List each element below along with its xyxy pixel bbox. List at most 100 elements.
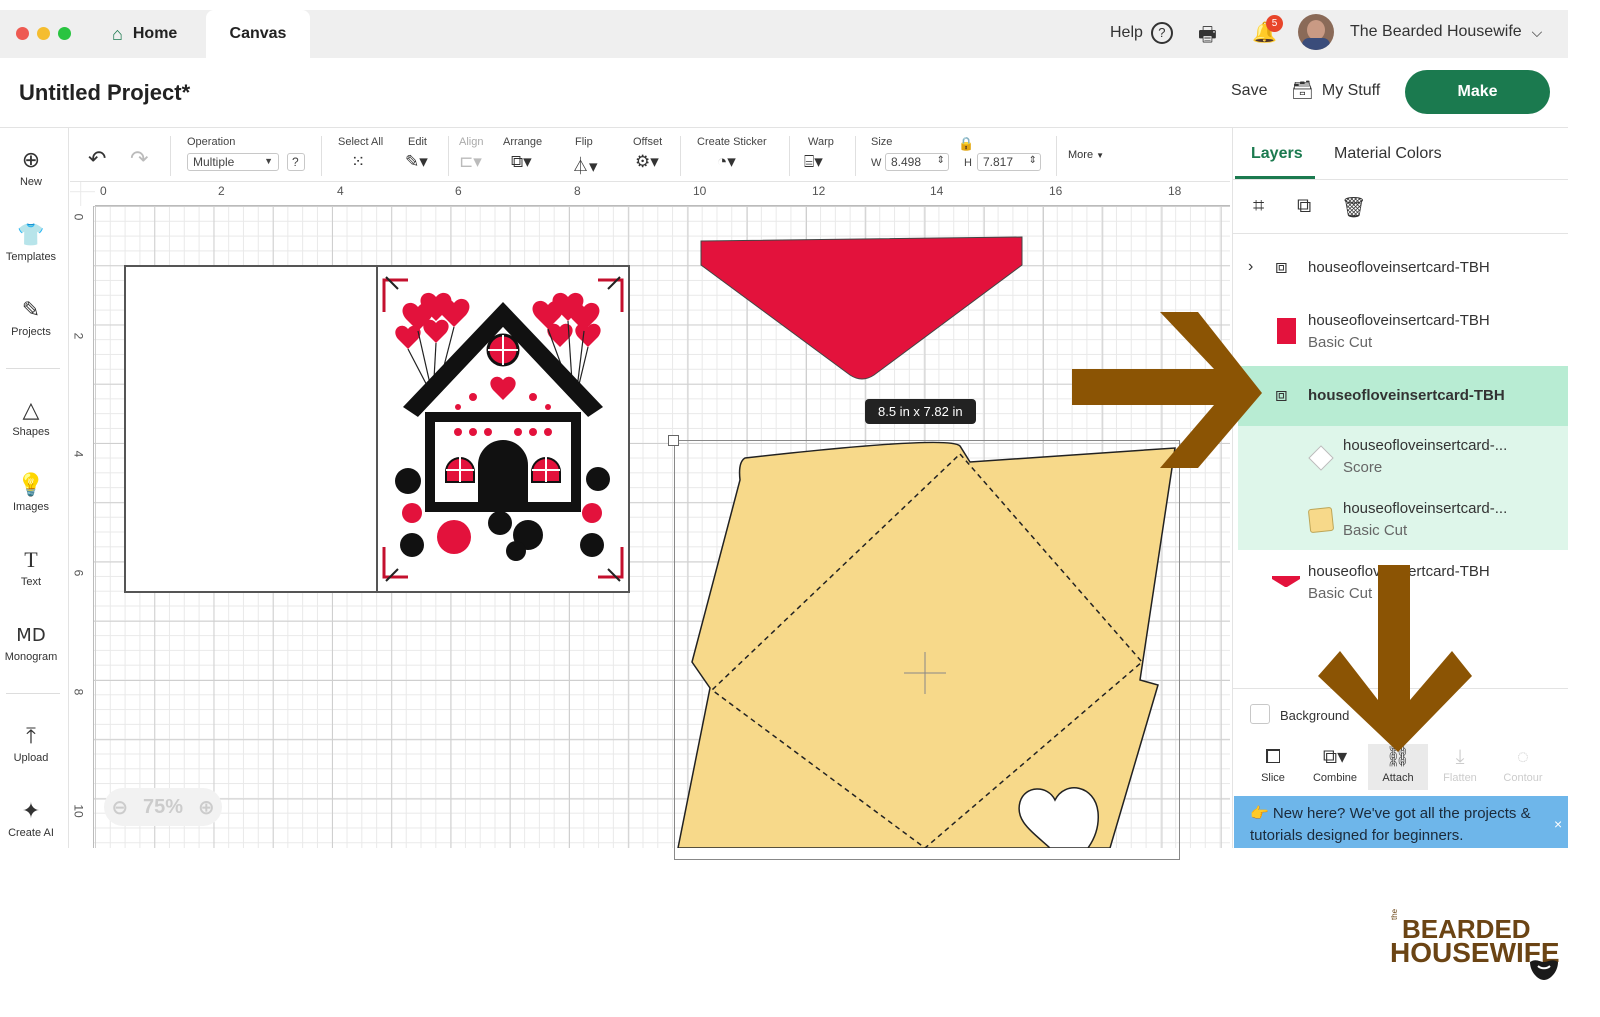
ruler-tick-label: 8 — [71, 688, 86, 696]
sidebar-item-new[interactable]: ⊕ New — [0, 147, 62, 189]
offset-icon[interactable]: ⚙▾ — [635, 152, 659, 172]
ruler-tick-label: 2 — [71, 332, 86, 340]
layer-name[interactable]: houseofloveinsertcard-TBH — [1308, 312, 1490, 329]
sidebar-item-shapes[interactable]: △ Shapes — [0, 398, 62, 439]
lock-icon[interactable]: 🔒 — [958, 136, 974, 152]
layer-name[interactable]: houseofloveinsertcard-... — [1343, 437, 1507, 454]
action-label: Combine — [1312, 772, 1358, 784]
tab-layers[interactable]: Layers — [1251, 145, 1303, 163]
layer-operation: Score — [1343, 459, 1383, 476]
help-button[interactable]: Help ? — [1110, 22, 1173, 44]
more-label: More — [1068, 149, 1094, 161]
group-icon[interactable]: ⌗ — [1253, 195, 1264, 218]
group-layer-icon: ⧈ — [1275, 256, 1288, 278]
stepper-icon: ⇕ — [936, 155, 945, 166]
zoom-control[interactable]: ⊖ 75% ⊕ — [104, 788, 222, 826]
more-button[interactable]: More ▼ — [1068, 149, 1104, 161]
toolbar-divider — [448, 136, 449, 176]
my-stuff-button[interactable]: 🗃 My Stuff — [1291, 80, 1380, 101]
user-menu[interactable]: The Bearded Housewife ⌵ — [1350, 23, 1542, 41]
arrange-icon[interactable]: ⧉▾ — [511, 152, 532, 172]
height-value: 7.817 — [983, 155, 1014, 169]
action-label: Contour — [1503, 772, 1543, 784]
combine-button[interactable]: ⧉▾ Combine — [1305, 746, 1365, 784]
layer-operation: Basic Cut — [1308, 585, 1373, 602]
layer-name[interactable]: houseofloveinsertcard-... — [1343, 500, 1507, 517]
gingerbread-house-image[interactable] — [378, 267, 628, 591]
plus-circle-icon: ⊕ — [21, 147, 41, 172]
chevron-right-icon[interactable]: › — [1248, 258, 1253, 276]
select-all-label: Select All — [338, 136, 384, 148]
sidebar-item-create-ai[interactable]: ✦ Create AI — [0, 799, 62, 840]
layer-name[interactable]: houseofloveinsertcard-TBH — [1308, 259, 1490, 276]
arrange-label: Arrange — [503, 136, 543, 148]
operation-select[interactable]: Multiple ▼ — [187, 153, 279, 171]
zoom-in-icon[interactable]: ⊕ — [198, 795, 215, 820]
upload-icon: ⤒ — [26, 723, 36, 748]
layer-name[interactable]: houseofloveinsertcard-TBH — [1308, 563, 1490, 580]
make-button[interactable]: Make — [1405, 70, 1550, 114]
avatar[interactable] — [1298, 14, 1334, 50]
flip-icon[interactable]: ⏃▾ — [572, 152, 598, 177]
ruler-tick-label: 4 — [71, 450, 86, 458]
save-button[interactable]: Save — [1231, 82, 1267, 100]
sidebar-item-text[interactable]: T Text — [0, 548, 62, 589]
sidebar-item-projects[interactable]: ✎ Projects — [0, 298, 62, 339]
width-input[interactable]: 8.498 ⇕ — [885, 153, 949, 171]
flatten-icon: ⤓ — [1455, 746, 1465, 768]
slice-button[interactable]: ⧠ Slice — [1243, 746, 1303, 784]
operation-help-button[interactable]: ? — [287, 153, 305, 171]
tab-canvas-label: Canvas — [229, 25, 287, 42]
maximize-window-button[interactable] — [58, 27, 71, 40]
sidebar-item-monogram[interactable]: ⅯⅮ Monogram — [0, 623, 62, 663]
align-icon[interactable]: ⊏▾ — [459, 152, 482, 172]
ruler-tick-label: 16 — [1049, 184, 1063, 198]
slice-icon: ⧠ — [1265, 746, 1281, 768]
height-input[interactable]: 7.817 ⇕ — [977, 153, 1041, 171]
redo-icon[interactable]: ↷ — [130, 146, 148, 172]
zoom-out-icon[interactable]: ⊖ — [111, 795, 128, 820]
ruler-tick-label: 18 — [1168, 184, 1182, 198]
contour-button[interactable]: ◌ Contour — [1493, 746, 1553, 784]
toolbar-divider — [680, 136, 681, 176]
action-label: Flatten — [1443, 772, 1477, 784]
select-all-icon[interactable]: ⁙ — [351, 152, 365, 172]
zoom-level: 75% — [142, 795, 184, 818]
align-label: Align — [459, 136, 484, 148]
left-sidebar: ⊕ New 👕 Templates ✎ Projects △ Shapes 💡 … — [0, 128, 69, 848]
layer-operation: Basic Cut — [1343, 522, 1408, 539]
active-tab-indicator — [1235, 176, 1315, 179]
width-prefix: W — [871, 157, 882, 169]
tab-home-label: Home — [132, 25, 178, 42]
attach-button[interactable]: ⛓ Attach — [1368, 744, 1428, 790]
close-window-button[interactable] — [16, 27, 29, 40]
duplicate-icon[interactable]: ⧉ — [1297, 195, 1311, 218]
pencil-icon[interactable]: ✎▾ — [405, 152, 428, 172]
layer-name[interactable]: houseofloveinsertcard-TBH — [1308, 387, 1505, 404]
background-checkbox[interactable] — [1250, 704, 1270, 724]
app-window: ⌂ Home Canvas Help ? 🖶 🔔 5 The Bearded H… — [0, 0, 1600, 1017]
tab-home[interactable]: ⌂ Home — [90, 10, 199, 58]
envelope-shape[interactable] — [670, 440, 1180, 848]
sidebar-item-upload[interactable]: ⤒ Upload — [0, 723, 62, 765]
warp-icon[interactable]: ⌸▾ — [804, 152, 823, 172]
flatten-button[interactable]: ⤓ Flatten — [1430, 746, 1490, 784]
layer-thumbnail — [1307, 506, 1335, 534]
banner-text: New here? We've got all the projects & t… — [1250, 805, 1531, 844]
sidebar-item-templates[interactable]: 👕 Templates — [0, 223, 62, 264]
undo-icon[interactable]: ↶ — [88, 146, 106, 172]
tab-material-colors[interactable]: Material Colors — [1334, 145, 1442, 163]
toolbar-divider — [321, 136, 322, 176]
red-flap-shape[interactable] — [698, 235, 1026, 383]
sticker-icon[interactable]: ◔▾ — [717, 152, 736, 172]
ruler-vertical: 0 2 4 6 8 10 — [70, 206, 94, 848]
close-icon[interactable]: × — [1554, 816, 1562, 832]
trash-icon[interactable]: 🗑 — [1341, 195, 1366, 220]
layer-operation: Basic Cut — [1308, 334, 1373, 351]
machine-icon[interactable]: 🖶 — [1198, 20, 1217, 54]
beginner-banner[interactable]: 👉 New here? We've got all the projects &… — [1234, 796, 1568, 848]
tab-canvas[interactable]: Canvas — [206, 10, 310, 58]
ruler-tick-label: 0 — [71, 213, 86, 221]
sidebar-item-images[interactable]: 💡 Images — [0, 473, 62, 514]
minimize-window-button[interactable] — [37, 27, 50, 40]
